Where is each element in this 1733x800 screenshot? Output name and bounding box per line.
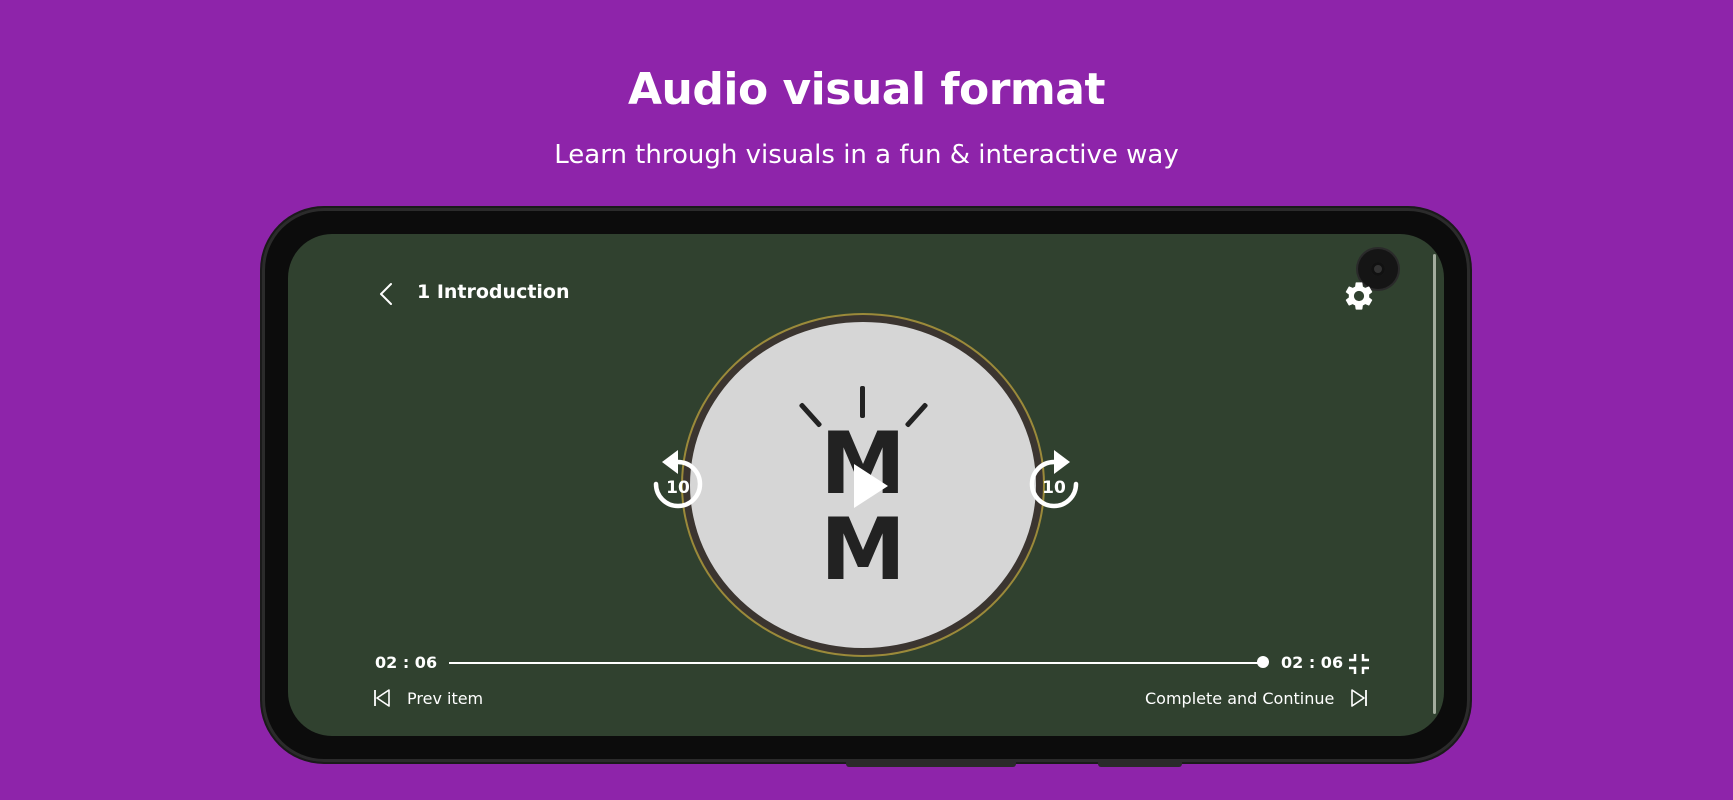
skip-next-icon [1351, 689, 1368, 707]
replay-10-icon: 10 [653, 450, 703, 509]
forward-10-icon: 10 [1029, 450, 1079, 509]
complete-and-continue-label: Complete and Continue [1145, 688, 1335, 708]
rewind-10-button[interactable]: 10 [648, 448, 706, 516]
complete-and-continue-button[interactable]: Complete and Continue [1145, 687, 1368, 709]
gear-icon [1345, 282, 1373, 310]
settings-button[interactable] [1342, 279, 1376, 313]
screen-edge-highlight [1433, 254, 1436, 714]
logo-letter: M [820, 500, 906, 600]
exit-fullscreen-button[interactable] [1348, 653, 1370, 675]
phone-button [846, 760, 1016, 767]
lesson-title: 1 Introduction [417, 281, 570, 303]
progress-track[interactable] [449, 662, 1263, 664]
page-headline: Audio visual format [627, 64, 1106, 115]
skip-previous-icon [374, 689, 390, 707]
prev-item-label: Prev item [407, 688, 484, 708]
play-icon [854, 464, 888, 508]
progress-thumb[interactable] [1257, 656, 1269, 668]
prev-item-button[interactable]: Prev item [373, 687, 483, 709]
total-time: 02 : 06 [1281, 653, 1344, 672]
page-subtitle: Learn through visuals in a fun & interac… [554, 140, 1179, 170]
forward-seconds: 10 [1042, 478, 1066, 498]
chevron-left-icon [380, 283, 392, 305]
rewind-seconds: 10 [666, 478, 690, 498]
fullscreen-exit-icon [1349, 654, 1369, 674]
phone-button [1098, 760, 1182, 767]
forward-10-button[interactable]: 10 [1026, 448, 1084, 516]
back-button[interactable] [372, 279, 402, 309]
play-button[interactable] [846, 460, 892, 512]
current-time: 02 : 06 [375, 653, 438, 672]
